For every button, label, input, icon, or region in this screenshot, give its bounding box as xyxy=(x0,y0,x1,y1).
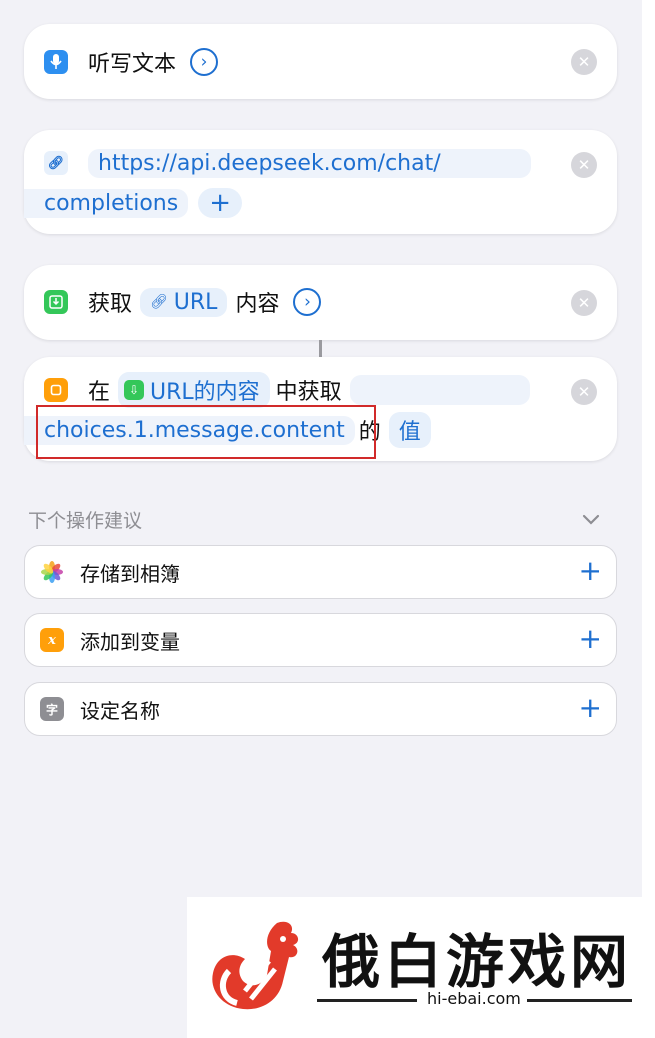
remove-action-icon[interactable]: ✕ xyxy=(571,290,597,316)
url-text-line2[interactable]: completions xyxy=(24,188,189,218)
watermark-rule-left xyxy=(317,999,417,1002)
url-text-line1[interactable]: https://api.deepseek.com/chat/ xyxy=(88,148,531,178)
photos-icon xyxy=(40,560,64,584)
action-verb: 获取 xyxy=(88,292,133,317)
dictionary-icon xyxy=(44,378,68,402)
watermark-rule-right xyxy=(527,999,632,1002)
watermark-url: hi-ebai.com xyxy=(427,989,521,1008)
suggestion-set-name[interactable]: 字 设定名称 + xyxy=(24,682,617,736)
rooster-logo-icon xyxy=(212,921,299,1010)
microphone-icon xyxy=(44,50,68,74)
action-connector xyxy=(319,340,322,357)
action-dictate-text[interactable]: 听写文本 › ✕ xyxy=(24,24,617,99)
suggestion-label: 添加到变量 xyxy=(80,629,180,654)
action-prefix: 在 xyxy=(88,380,111,405)
link-icon: 🔗︎ xyxy=(150,294,168,310)
add-icon[interactable]: + xyxy=(579,554,602,587)
remove-action-icon[interactable]: ✕ xyxy=(571,152,597,178)
highlight-box xyxy=(36,405,376,459)
link-icon: 🔗︎ xyxy=(44,151,68,175)
expand-chevron-icon[interactable]: › xyxy=(190,48,219,76)
add-icon[interactable]: + xyxy=(579,622,602,655)
suggestions-title: 下个操作建议 xyxy=(28,510,143,532)
expand-chevron-icon[interactable]: › xyxy=(293,288,322,316)
action-url[interactable]: 🔗︎ https://api.deepseek.com/chat/ comple… xyxy=(24,130,617,234)
remove-action-icon[interactable]: ✕ xyxy=(571,49,597,75)
download-icon xyxy=(44,290,68,314)
url-variable-token[interactable]: 🔗︎ URL xyxy=(140,287,228,317)
download-icon: ⇩ xyxy=(124,380,145,400)
chevron-down-icon[interactable] xyxy=(580,508,602,530)
suggestion-add-to-variable[interactable]: x 添加到变量 + xyxy=(24,613,617,667)
watermark: 俄白游戏网 hi-ebai.com xyxy=(187,897,642,1038)
watermark-title: 俄白游戏网 xyxy=(322,928,633,996)
action-middle: 中获取 xyxy=(275,380,342,405)
remove-action-icon[interactable]: ✕ xyxy=(571,379,597,405)
variable-icon: x xyxy=(40,628,64,652)
suggestion-label: 设定名称 xyxy=(80,698,160,723)
key-field-continuation[interactable] xyxy=(349,375,530,405)
url-token-label: URL xyxy=(173,289,218,315)
url-contents-token[interactable]: ⇩ URL的内容 xyxy=(118,372,270,408)
action-label: 听写文本 xyxy=(88,52,177,77)
action-suffix: 内容 xyxy=(235,292,280,317)
url-contents-label: URL的内容 xyxy=(150,380,260,405)
add-icon[interactable]: + xyxy=(579,691,602,724)
suggestion-label: 存储到相簿 xyxy=(80,561,180,586)
suggestion-save-to-album[interactable]: 存储到相簿 + xyxy=(24,545,617,599)
value-token[interactable]: 值 xyxy=(388,412,431,448)
right-edge-strip xyxy=(642,0,655,1038)
rename-icon: 字 xyxy=(40,697,64,721)
add-url-part-button[interactable]: + xyxy=(198,188,243,218)
action-get-url-contents[interactable]: 获取 🔗︎ URL 内容 › ✕ xyxy=(24,265,617,340)
